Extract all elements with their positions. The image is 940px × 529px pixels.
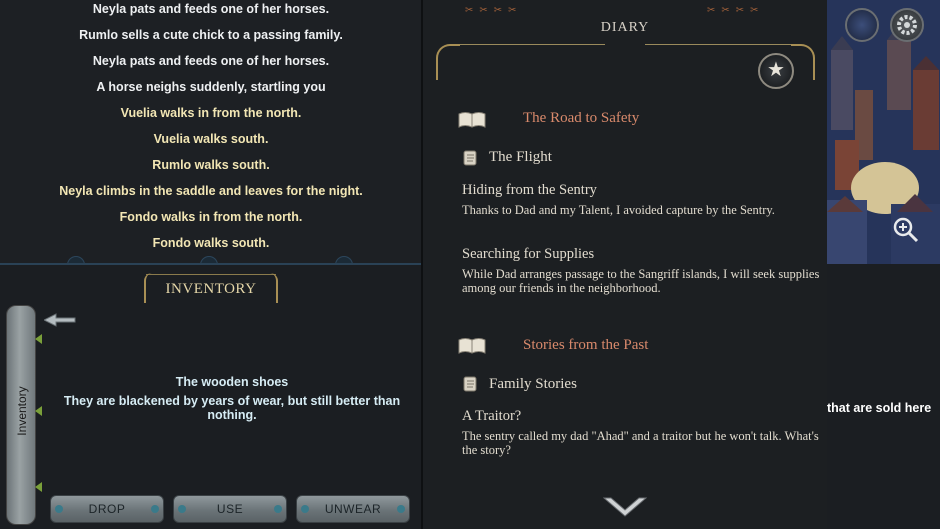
gem-ornament xyxy=(151,505,159,513)
diary-entry-text: The sentry called my dad "Ahad" and a tr… xyxy=(462,429,819,457)
gem-ornament xyxy=(55,505,63,513)
log-line: Fondo walks in from the north. xyxy=(119,210,303,224)
item-description: They are blackened by years of wear, but… xyxy=(63,394,401,422)
diary-title: DIARY xyxy=(600,20,650,35)
ornament-rule xyxy=(645,44,791,45)
log-line: Neyla pats and feeds one of her horses. xyxy=(92,54,330,68)
inventory-side-tab[interactable]: Inventory xyxy=(6,305,42,525)
tab-arrow-icon xyxy=(35,406,42,416)
diary-section-title[interactable]: The Road to Safety xyxy=(523,110,639,127)
diary-entry-title[interactable]: Searching for Supplies xyxy=(462,246,594,263)
scroll-icon xyxy=(463,376,477,392)
side-panel: that are sold here xyxy=(827,264,940,529)
inventory-tab-label: Inventory xyxy=(15,386,29,436)
diary-entry-text: Thanks to Dad and my Talent, I avoided c… xyxy=(462,203,775,217)
diary-section-title[interactable]: Stories from the Past xyxy=(523,337,648,354)
drop-button-label: DROP xyxy=(88,502,126,516)
gem-ornament xyxy=(178,505,186,513)
zoom-in-icon[interactable] xyxy=(893,217,919,243)
log-line: Fondo walks south. xyxy=(152,236,270,250)
drop-button[interactable]: DROP xyxy=(50,495,164,523)
item-name: The wooden shoes xyxy=(175,375,289,389)
inventory-title-frame: INVENTORY xyxy=(144,273,278,303)
log-line: Neyla climbs in the saddle and leaves fo… xyxy=(59,184,363,198)
event-log-panel: Neyla pats and feeds one of her horses. … xyxy=(0,0,422,265)
diary-chapter-title[interactable]: Family Stories xyxy=(489,376,577,393)
diary-entry-title[interactable]: A Traitor? xyxy=(462,408,521,425)
book-icon xyxy=(458,112,486,128)
unwear-button-label: UNWEAR xyxy=(324,502,382,516)
ornament xyxy=(791,44,815,80)
use-button[interactable]: USE xyxy=(173,495,287,523)
diary-entry-title[interactable]: Hiding from the Sentry xyxy=(462,182,597,199)
log-line: Rumlo sells a cute chick to a passing fa… xyxy=(79,28,343,42)
tab-arrow-icon xyxy=(35,334,42,344)
book-icon xyxy=(458,338,486,354)
inventory-panel: INVENTORY Inventory The wooden shoes The… xyxy=(0,265,422,529)
map-illustration xyxy=(827,0,940,264)
ornament xyxy=(436,44,460,80)
log-line: Rumlo walks south. xyxy=(152,158,270,172)
town-map[interactable] xyxy=(827,0,940,264)
map-globe-icon[interactable] xyxy=(845,8,879,42)
log-line: Neyla pats and feeds one of her horses. xyxy=(92,2,330,16)
diary-panel[interactable]: ✂✂✂✂ ✂✂✂✂ DIARY ★ The Road to Safety The… xyxy=(423,0,827,529)
arrow-left-icon[interactable] xyxy=(44,313,76,327)
log-line: Vuelia walks south. xyxy=(153,132,269,146)
gear-icon[interactable] xyxy=(890,8,924,42)
star-icon[interactable]: ★ xyxy=(758,53,794,89)
unwear-button[interactable]: UNWEAR xyxy=(296,495,410,523)
tab-arrow-icon xyxy=(35,482,42,492)
ornament-rule xyxy=(459,44,605,45)
side-text: that are sold here xyxy=(827,401,932,415)
diary-entry-text: While Dad arranges passage to the Sangri… xyxy=(462,267,820,295)
use-button-label: USE xyxy=(216,502,244,516)
log-line: Vuelia walks in from the north. xyxy=(120,106,302,120)
decoration: ✂✂✂✂ xyxy=(465,5,523,16)
decoration: ✂✂✂✂ xyxy=(707,5,765,16)
inventory-title: INVENTORY xyxy=(165,281,257,297)
log-line: A horse neighs suddenly, startling you xyxy=(96,80,326,94)
diary-chapter-title[interactable]: The Flight xyxy=(489,149,552,166)
gem-ornament xyxy=(301,505,309,513)
scroll-icon xyxy=(463,150,477,166)
gem-ornament xyxy=(397,505,405,513)
gem-ornament xyxy=(274,505,282,513)
chevron-down-icon[interactable] xyxy=(603,496,647,518)
